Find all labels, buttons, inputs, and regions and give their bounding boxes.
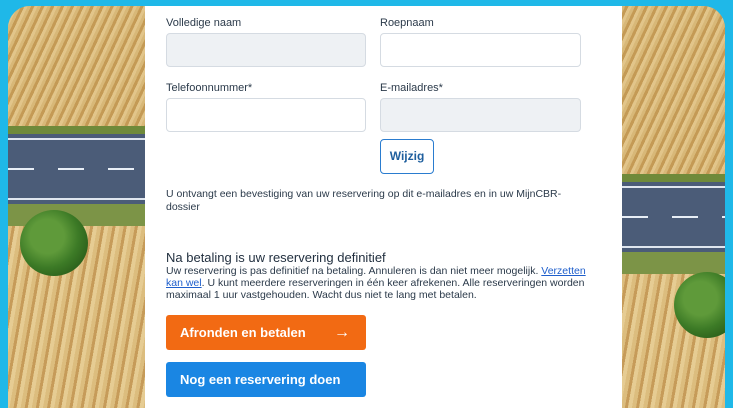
email-label: E-mailadres* <box>380 82 443 94</box>
new-reservation-label: Nog een reservering doen <box>180 372 341 387</box>
arrow-right-icon: → <box>334 324 350 341</box>
road <box>8 134 145 204</box>
phone-field[interactable] <box>166 98 366 132</box>
payment-info-text: Uw reservering is pas definitief na beta… <box>166 265 586 301</box>
page-frame: Volledige naam Roepnaam Telefoonnummer* … <box>8 6 725 408</box>
background-image-left <box>8 6 145 408</box>
road <box>622 182 725 252</box>
background-image-right <box>622 6 725 408</box>
email-field[interactable] <box>380 98 581 132</box>
full-name-label: Volledige naam <box>166 17 242 29</box>
tree <box>20 210 88 276</box>
pay-button[interactable]: Afronden en betalen → <box>166 315 366 350</box>
wheat-field <box>8 6 145 126</box>
full-name-field[interactable] <box>166 33 366 67</box>
grass-verge <box>622 252 725 274</box>
new-reservation-button[interactable]: Nog een reservering doen <box>166 362 366 397</box>
nickname-field[interactable] <box>380 33 581 67</box>
pay-button-label: Afronden en betalen <box>180 325 306 340</box>
reservation-form-panel: Volledige naam Roepnaam Telefoonnummer* … <box>145 6 622 408</box>
nickname-label: Roepnaam <box>380 17 434 29</box>
wheat-field <box>622 6 725 174</box>
phone-label: Telefoonnummer* <box>166 82 253 94</box>
change-email-button[interactable]: Wijzig <box>380 139 434 174</box>
confirmation-text: U ontvangt een bevestiging van uw reserv… <box>166 188 562 213</box>
payment-heading: Na betaling is uw reservering definitief <box>166 250 386 265</box>
